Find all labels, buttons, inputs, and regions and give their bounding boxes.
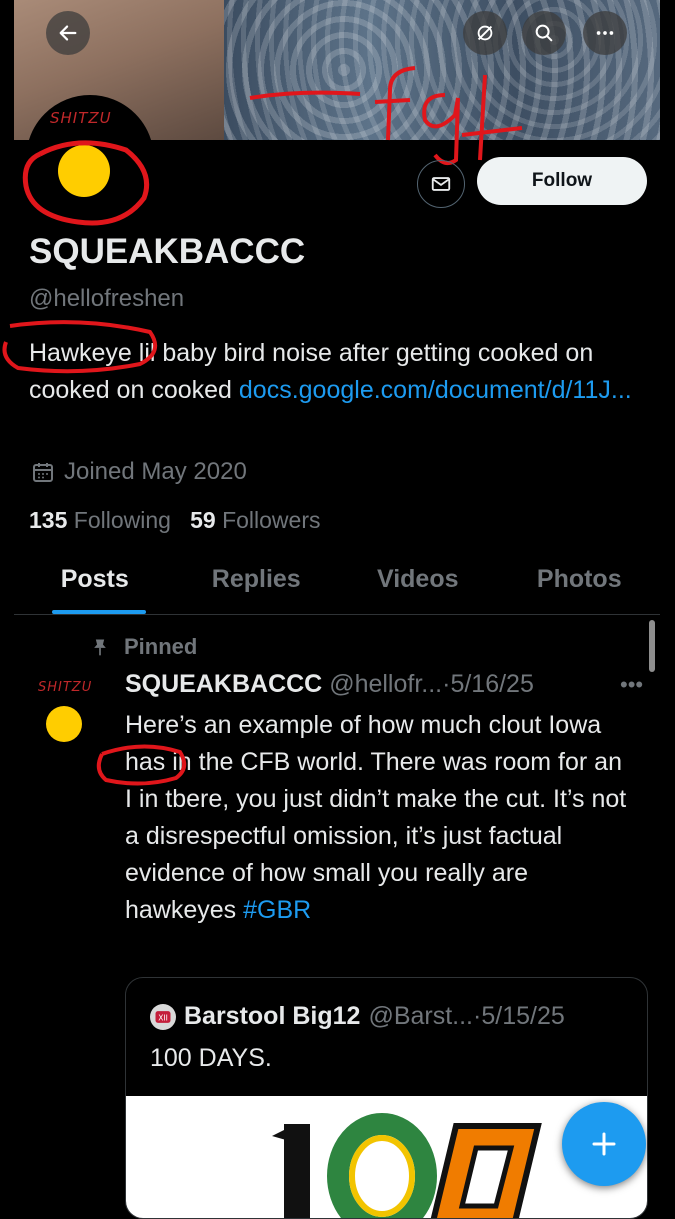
hawkeye-logo-icon <box>58 145 110 197</box>
quote-author-name: Barstool Big12 <box>184 1002 361 1030</box>
post-hawkeye-logo-icon <box>46 706 82 742</box>
tab-replies[interactable]: Replies <box>176 555 338 614</box>
tab-photos-label: Photos <box>536 565 622 593</box>
post-more-icon[interactable]: ••• <box>620 672 643 698</box>
search-icon <box>535 24 553 42</box>
compose-post-button[interactable] <box>562 1102 646 1186</box>
joined-date: Joined May 2020 <box>31 458 247 486</box>
quote-date: ·5/15/25 <box>473 1002 565 1030</box>
post-hashtag[interactable]: #GBR <box>243 896 311 924</box>
quoted-post[interactable]: XII Barstool Big12 @Barst... ·5/15/25 100… <box>125 977 648 1219</box>
quote-text: 100 DAYS. <box>150 1044 272 1072</box>
joined-text: Joined May 2020 <box>64 458 247 485</box>
avatar-text: SHITZU <box>50 109 112 127</box>
scrollbar[interactable] <box>649 620 655 672</box>
following-count: 135 <box>29 507 68 533</box>
more-icon <box>596 31 614 35</box>
grok-button[interactable] <box>463 11 507 55</box>
calendar-icon <box>33 463 53 482</box>
post-author-handle[interactable]: @hellofr... <box>329 670 442 698</box>
active-tab-indicator <box>52 610 146 614</box>
pin-icon <box>94 639 106 656</box>
grok-icon <box>477 25 493 41</box>
post-header: SQUEAKBACCC @hellofr...·5/16/25 <box>125 670 534 699</box>
pinned-indicator: Pinned <box>90 634 197 660</box>
post-author-name[interactable]: SQUEAKBACCC <box>125 670 322 698</box>
tab-posts-label: Posts <box>60 565 129 593</box>
profile-tabs: Posts Replies Videos Photos <box>14 555 660 615</box>
pinned-label: Pinned <box>124 634 198 659</box>
more-button[interactable] <box>583 11 627 55</box>
tab-replies-label: Replies <box>211 565 301 593</box>
post-date[interactable]: ·5/16/25 <box>442 670 534 698</box>
profile-name: SQUEAKBACCC <box>29 232 306 271</box>
follow-stats: 135 Following 59 Followers <box>29 507 321 534</box>
following-link[interactable]: 135 Following <box>29 507 171 533</box>
arrow-left-icon <box>59 25 77 41</box>
post-text: Here’s an example of how much clout Iowa… <box>125 707 635 929</box>
big12-logo-icon: XII <box>150 1003 176 1030</box>
tab-videos-label: Videos <box>376 565 459 593</box>
bio-link[interactable]: docs.google.com/document/d/11J... <box>239 376 632 404</box>
post-body: Here’s an example of how much clout Iowa… <box>125 711 627 924</box>
tab-posts[interactable]: Posts <box>14 555 176 614</box>
followers-label: Followers <box>222 507 321 533</box>
envelope-icon <box>431 177 451 191</box>
quote-header: XII Barstool Big12 @Barst... ·5/15/25 <box>150 1002 565 1031</box>
search-button[interactable] <box>522 11 566 55</box>
followers-count: 59 <box>190 507 216 533</box>
svg-text:XII: XII <box>158 1013 168 1022</box>
post-avatar[interactable]: SHITZU <box>32 676 110 754</box>
message-button[interactable] <box>417 160 465 208</box>
follow-button[interactable]: Follow <box>477 157 647 205</box>
profile-bio: Hawkeye lil baby bird noise after gettin… <box>29 335 649 409</box>
tab-videos[interactable]: Videos <box>337 555 499 614</box>
post-avatar-text: SHITZU <box>38 680 93 695</box>
plus-icon <box>592 1132 616 1156</box>
profile-avatar[interactable]: SHITZU <box>26 95 154 223</box>
profile-handle: @hellofreshen <box>29 285 185 312</box>
tab-photos[interactable]: Photos <box>499 555 661 614</box>
following-label: Following <box>73 507 171 533</box>
back-button[interactable] <box>46 11 90 55</box>
followers-link[interactable]: 59 Followers <box>190 507 320 533</box>
quote-author-handle: @Barst... <box>368 1002 474 1030</box>
